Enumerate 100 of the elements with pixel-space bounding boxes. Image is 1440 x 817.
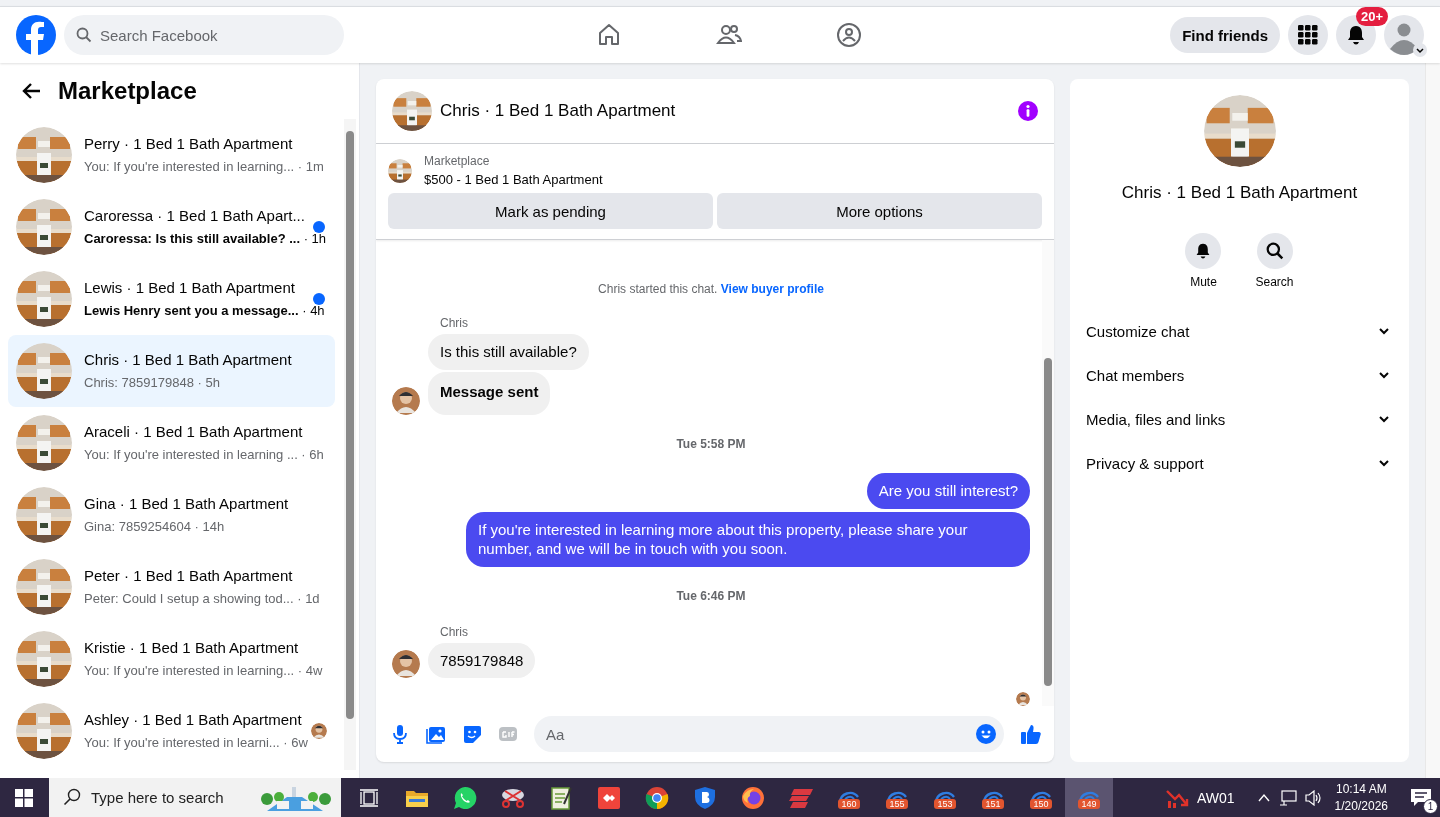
conversation-name: Gina · 1 Bed 1 Bath Apartment: [84, 494, 289, 514]
taskbar-app-button[interactable]: 151: [969, 778, 1017, 817]
session-badge: 155: [886, 798, 908, 809]
taskbar-app-button[interactable]: 160: [825, 778, 873, 817]
system-message: Chris started this chat. View buyer profile: [597, 282, 825, 296]
section-header[interactable]: Privacy & support: [1086, 441, 1393, 485]
image-icon[interactable]: [426, 724, 446, 744]
message-bubble: 7859179848: [428, 642, 536, 678]
conversation-item[interactable]: Peter · 1 Bed 1 Bath Apartment Peter: Could I setup a showing tod... · 1d: [8, 551, 335, 623]
section-header[interactable]: Media, files and links: [1086, 397, 1393, 441]
notification-badge: 20+: [1355, 7, 1388, 26]
vpn-icon: [788, 786, 814, 809]
speaker-icon[interactable]: [1304, 789, 1323, 806]
section-header[interactable]: Chat members: [1086, 353, 1393, 397]
search-icon: [1265, 242, 1284, 260]
avatar: [392, 650, 420, 678]
search-field[interactable]: Search Facebook: [64, 15, 344, 55]
avatar: [392, 387, 420, 415]
listing-label: Marketplace: [424, 154, 491, 168]
scrollbar[interactable]: [1042, 240, 1054, 706]
notepad-icon: [550, 785, 572, 810]
network-icon[interactable]: [1278, 789, 1297, 806]
session-badge: 150: [1030, 798, 1052, 809]
search-button[interactable]: [1256, 233, 1293, 269]
remote-desktop-icon: [597, 785, 621, 810]
message-bubble: Is this still available?: [428, 334, 589, 370]
message-preview: Lewis Henry sent you a message... · 4h: [84, 302, 325, 320]
conversation-name: Kristie · 1 Bed 1 Bath Apartment: [84, 638, 299, 658]
grid-icon: [1298, 25, 1318, 45]
conversation-name: Lewis · 1 Bed 1 Bath Apartment: [84, 278, 295, 298]
message-preview: Gina: 7859254604 · 14h: [84, 518, 225, 536]
buyer-profile-link[interactable]: View buyer profile: [720, 282, 824, 296]
conversation-item[interactable]: Lewis · 1 Bed 1 Bath Apartment Lewis Henry sent you a message... · 4h: [8, 263, 335, 335]
conversation-item[interactable]: Gina · 1 Bed 1 Bath Apartment Gina: 7859254604 · 14h: [8, 479, 335, 551]
avatar: [1016, 692, 1030, 706]
logo-icon[interactable]: [16, 15, 56, 55]
conversation-name: Chris · 1 Bed 1 Bath Apartment: [84, 350, 292, 370]
conversation-item[interactable]: Kristie · 1 Bed 1 Bath Apartment You: If you're interested in learning... · 4w: [8, 623, 335, 695]
home-icon[interactable]: [596, 22, 622, 48]
chevron-down-icon[interactable]: [1413, 43, 1427, 57]
session-badge: 160: [838, 798, 860, 809]
session-badge: 151: [982, 798, 1004, 809]
conversation-item[interactable]: Ashley · 1 Bed 1 Bath Apartment You: If you're interested in learni... · 6w: [8, 695, 335, 767]
sender-name: Chris: [440, 624, 469, 639]
conversation-title: Chris · 1 Bed 1 Bath Apartment: [1121, 183, 1358, 203]
conversation-name: Peter · 1 Bed 1 Bath Apartment: [84, 566, 293, 586]
tray-label: AW01: [1197, 789, 1235, 806]
groups-icon[interactable]: [836, 22, 862, 48]
emoji-icon[interactable]: [976, 724, 996, 744]
windows-icon[interactable]: [15, 788, 33, 807]
action-button[interactable]: More options: [717, 193, 1042, 229]
taskbar-app-button[interactable]: 149: [1065, 778, 1113, 817]
message-preview: You: If you're interested in learning ... · 6h: [84, 446, 324, 464]
menu-button[interactable]: [1288, 15, 1328, 55]
fox-globe-icon: [741, 785, 765, 810]
chat-title: Chris · 1 Bed 1 Bath Apartment: [440, 101, 677, 121]
conversation-item[interactable]: Perry · 1 Bed 1 Bath Apartment You: If you're interested in learning... · 1m: [8, 119, 335, 191]
message-preview: Chris: 7859179848 · 5h: [84, 374, 220, 392]
conversation-name: Ashley · 1 Bed 1 Bath Apartment: [84, 710, 302, 730]
section-header[interactable]: Customize chat: [1086, 309, 1393, 353]
taskbar-app-button[interactable]: 150: [1017, 778, 1065, 817]
listing-title: $500 - 1 Bed 1 Bath Apartment: [424, 172, 603, 187]
find-friends-button[interactable]: Find friends: [1170, 17, 1280, 53]
page-title: Marketplace: [58, 77, 197, 105]
message-preview: You: If you're interested in learning... · 4w: [84, 662, 323, 680]
session-badge: 149: [1078, 798, 1100, 809]
sticker-icon[interactable]: [462, 724, 482, 744]
message-field[interactable]: Aa: [534, 716, 1004, 752]
search-icon: [63, 788, 81, 806]
info-icon[interactable]: [1018, 101, 1038, 121]
message-preview: You: If you're interested in learni... · 6w: [84, 734, 308, 752]
action-button[interactable]: Mark as pending: [388, 193, 713, 229]
bell-icon: [1346, 25, 1366, 45]
back-arrow-icon[interactable]: [22, 81, 42, 101]
microphone-icon[interactable]: [390, 724, 410, 744]
scrollbar[interactable]: [1425, 63, 1440, 778]
taskbar-app-button[interactable]: 155: [873, 778, 921, 817]
clock[interactable]: 10:14 AM 1/20/2026: [1334, 781, 1388, 814]
conversation-name: Perry · 1 Bed 1 Bath Apartment: [84, 134, 293, 154]
scrollbar[interactable]: [344, 119, 356, 770]
message-bubble: Are you still interest?: [866, 473, 1030, 509]
bell-icon: [1195, 243, 1212, 259]
sender-name: Chris: [440, 316, 469, 330]
message-preview: You: If you're interested in learning... · 1m: [84, 158, 324, 176]
scissors-icon: [501, 786, 525, 809]
search-icon: [76, 27, 92, 43]
taskbar-search-field[interactable]: Type here to search: [49, 778, 341, 817]
conversation-item[interactable]: Chris · 1 Bed 1 Bath Apartment Chris: 7859179848 · 5h: [8, 335, 335, 407]
profile-avatar-icon[interactable]: [1384, 15, 1424, 55]
task-view-icon: [359, 788, 379, 807]
browser-icon: [645, 785, 669, 810]
notification-center-icon[interactable]: [1410, 787, 1432, 808]
conversation-item[interactable]: Araceli · 1 Bed 1 Bath Apartment You: If you're interested in learning ... · 6h: [8, 407, 335, 479]
chat-bubble-icon: [453, 785, 477, 810]
thumbs-up-icon[interactable]: [1020, 723, 1042, 745]
mute-button[interactable]: [1185, 233, 1222, 269]
conversation-item[interactable]: Caroressa · 1 Bed 1 Bath Apart... Caroressa: Is this still available? ... · 1h: [8, 191, 335, 263]
taskbar-app-button[interactable]: 153: [921, 778, 969, 817]
message-bubble: Message sent: [428, 371, 551, 415]
timestamp: Tue 6:46 PM: [675, 588, 747, 603]
